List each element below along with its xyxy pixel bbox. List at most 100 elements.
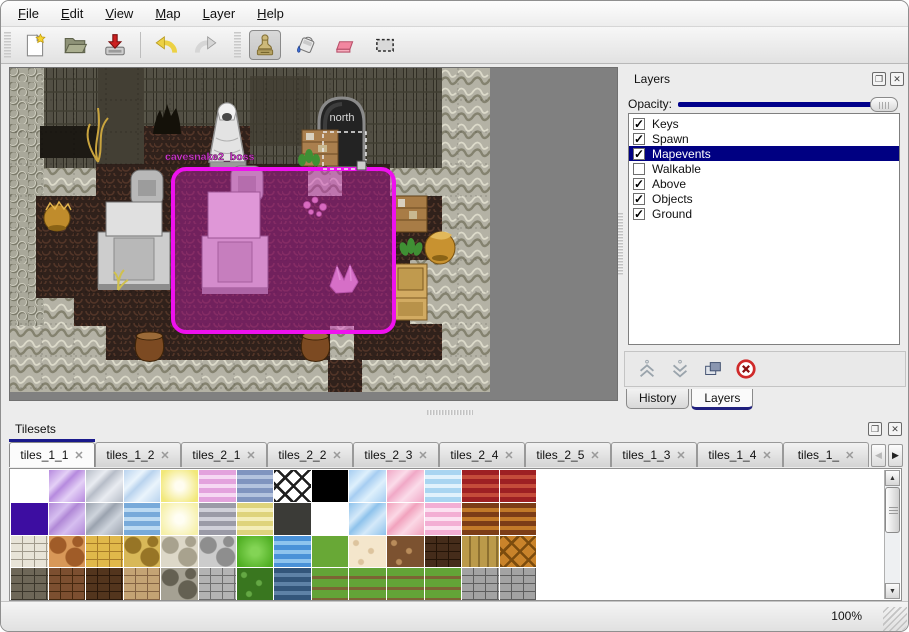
- layer-row-above[interactable]: ✓Above: [629, 176, 899, 191]
- tileset-tab-tiles_2_2[interactable]: tiles_2_2✕: [267, 442, 353, 467]
- float-tilesets-icon[interactable]: ❐: [868, 422, 882, 436]
- palette-tile[interactable]: [86, 503, 123, 535]
- toolbar-grip-2[interactable]: [234, 32, 241, 58]
- map-canvas[interactable]: north cavesnake2_boss: [10, 68, 490, 392]
- toolbar-grip[interactable]: [4, 32, 11, 58]
- palette-tile[interactable]: [462, 568, 499, 600]
- checkbox-checked-icon[interactable]: ✓: [633, 133, 645, 145]
- palette-tile[interactable]: [312, 503, 349, 535]
- palette-tile[interactable]: [11, 503, 48, 535]
- palette-tile[interactable]: [124, 536, 161, 568]
- close-tab-icon[interactable]: ✕: [590, 449, 599, 462]
- dock-tab-history[interactable]: History: [626, 389, 689, 409]
- palette-tile[interactable]: [462, 536, 499, 568]
- palette-tile[interactable]: [425, 568, 462, 600]
- palette-tile[interactable]: [387, 503, 424, 535]
- palette-tile[interactable]: [124, 568, 161, 600]
- close-tab-icon[interactable]: ✕: [160, 449, 169, 462]
- raise-layer-button[interactable]: [633, 356, 661, 382]
- palette-tile[interactable]: [312, 568, 349, 600]
- palette-tile[interactable]: [425, 470, 462, 502]
- palette-tile[interactable]: [161, 568, 198, 600]
- palette-tile[interactable]: [49, 568, 86, 600]
- close-tilesets-icon[interactable]: ✕: [888, 422, 902, 436]
- palette-tile[interactable]: [312, 470, 349, 502]
- palette-tile[interactable]: [425, 503, 462, 535]
- menu-help[interactable]: Help: [246, 2, 295, 25]
- vertical-splitter[interactable]: [618, 213, 623, 275]
- layer-row-walkable[interactable]: Walkable: [629, 161, 899, 176]
- scroll-down-button[interactable]: ▼: [885, 583, 900, 599]
- delete-layer-button[interactable]: [732, 356, 760, 382]
- tileset-tab-tiles_2_5[interactable]: tiles_2_5✕: [525, 442, 611, 467]
- horizontal-splitter[interactable]: [427, 410, 473, 415]
- close-tab-icon[interactable]: ✕: [74, 449, 83, 462]
- checkbox-checked-icon[interactable]: ✓: [633, 178, 645, 190]
- opacity-slider[interactable]: [678, 96, 898, 112]
- checkbox-checked-icon[interactable]: ✓: [633, 118, 645, 130]
- menu-map[interactable]: Map: [144, 2, 191, 25]
- palette-tile[interactable]: [500, 503, 537, 535]
- palette-tile[interactable]: [349, 470, 386, 502]
- palette-tile[interactable]: [199, 568, 236, 600]
- open-file-button[interactable]: [59, 30, 91, 60]
- tileset-tab-tiles_1_3[interactable]: tiles_1_3✕: [611, 442, 697, 467]
- close-tab-icon[interactable]: ✕: [762, 449, 771, 462]
- close-tab-icon[interactable]: ✕: [418, 449, 427, 462]
- menu-layer[interactable]: Layer: [192, 2, 247, 25]
- palette-tile[interactable]: [387, 536, 424, 568]
- palette-tile[interactable]: [500, 536, 537, 568]
- palette-tile[interactable]: [462, 503, 499, 535]
- palette-scrollbar[interactable]: ▲ ▼: [884, 470, 900, 599]
- palette-tile[interactable]: [49, 503, 86, 535]
- close-tab-icon[interactable]: ✕: [676, 449, 685, 462]
- palette-tile[interactable]: [237, 568, 274, 600]
- stamp-tool-button[interactable]: [249, 30, 281, 60]
- palette-tile[interactable]: [86, 536, 123, 568]
- palette-tile[interactable]: [274, 536, 311, 568]
- palette-tile[interactable]: [274, 568, 311, 600]
- undo-button[interactable]: [150, 30, 182, 60]
- layer-row-spawn[interactable]: ✓Spawn: [629, 131, 899, 146]
- eraser-tool-button[interactable]: [329, 30, 361, 60]
- palette-tile[interactable]: [86, 568, 123, 600]
- palette-tile[interactable]: [124, 503, 161, 535]
- lower-layer-button[interactable]: [666, 356, 694, 382]
- close-tab-icon[interactable]: ✕: [332, 449, 341, 462]
- palette-tile[interactable]: [237, 470, 274, 502]
- new-file-button[interactable]: [19, 30, 51, 60]
- map-selection[interactable]: [173, 169, 394, 332]
- menu-view[interactable]: View: [94, 2, 144, 25]
- palette-tile[interactable]: [237, 536, 274, 568]
- palette-tile[interactable]: [199, 470, 236, 502]
- palette-tile[interactable]: [274, 470, 311, 502]
- palette-tile[interactable]: [312, 536, 349, 568]
- checkbox-checked-icon[interactable]: ✓: [633, 193, 645, 205]
- palette-tile[interactable]: [462, 470, 499, 502]
- checkbox-unchecked-icon[interactable]: [633, 163, 645, 175]
- save-file-button[interactable]: [99, 30, 131, 60]
- palette-tile[interactable]: [49, 536, 86, 568]
- close-tab-icon[interactable]: ✕: [246, 449, 255, 462]
- palette-tile[interactable]: [199, 536, 236, 568]
- palette-tile[interactable]: [49, 470, 86, 502]
- menu-file[interactable]: File: [7, 2, 50, 25]
- palette-tile[interactable]: [349, 536, 386, 568]
- layer-row-ground[interactable]: ✓Ground: [629, 206, 899, 221]
- redo-button[interactable]: [190, 30, 222, 60]
- tileset-tab-tiles_1_[interactable]: tiles_1_✕: [783, 442, 869, 467]
- close-panel-icon[interactable]: ✕: [890, 72, 904, 86]
- checkbox-checked-icon[interactable]: ✓: [633, 148, 645, 160]
- palette-tile[interactable]: [124, 470, 161, 502]
- tileset-tab-tiles_1_1[interactable]: tiles_1_1✕: [9, 442, 95, 467]
- menu-edit[interactable]: Edit: [50, 2, 94, 25]
- palette-tile[interactable]: [199, 503, 236, 535]
- palette-tile[interactable]: [161, 503, 198, 535]
- layer-row-keys[interactable]: ✓Keys: [629, 116, 899, 131]
- palette-tile[interactable]: [349, 503, 386, 535]
- tileset-tab-tiles_2_4[interactable]: tiles_2_4✕: [439, 442, 525, 467]
- palette-tile[interactable]: [425, 536, 462, 568]
- palette-tile[interactable]: [237, 503, 274, 535]
- duplicate-layer-button[interactable]: [699, 356, 727, 382]
- layer-row-mapevents[interactable]: ✓Mapevents: [629, 146, 899, 161]
